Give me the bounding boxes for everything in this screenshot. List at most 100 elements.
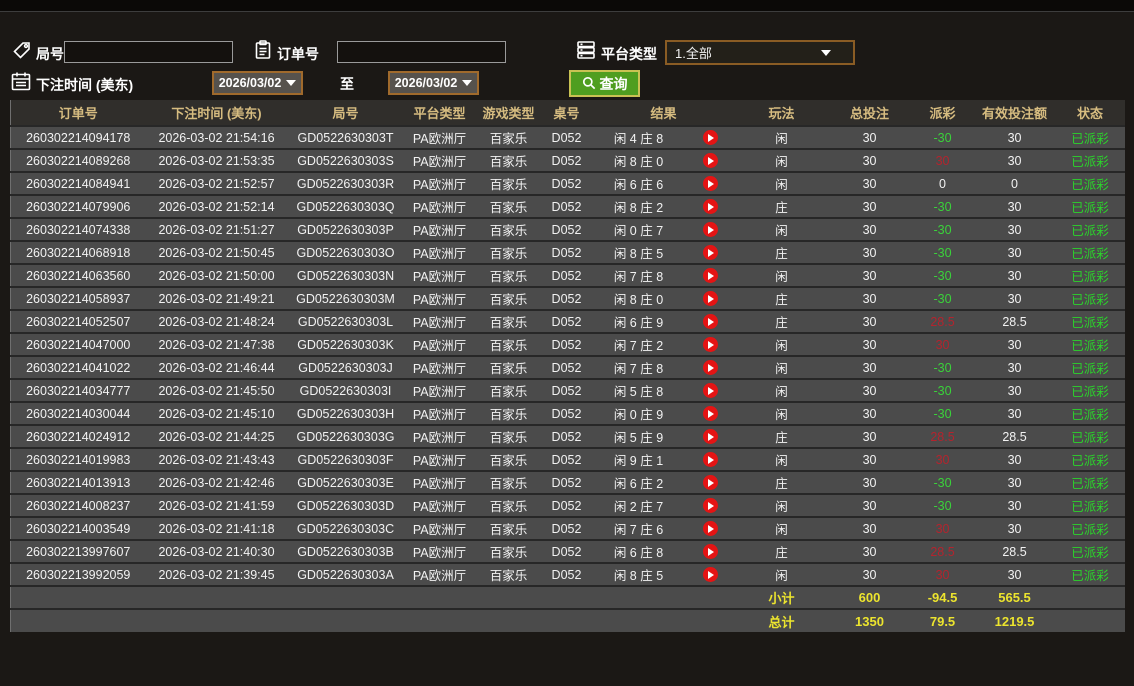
cell-result: 闲 8 庄 5 bbox=[591, 562, 686, 586]
cell-bet-time: 2026-03-02 21:41:59 bbox=[145, 493, 288, 517]
play-video-icon[interactable] bbox=[703, 498, 718, 514]
play-video-icon[interactable] bbox=[703, 199, 718, 215]
play-video-icon[interactable] bbox=[703, 176, 718, 192]
cell-bet-time: 2026-03-02 21:50:00 bbox=[145, 263, 288, 287]
header-game-type: 游戏类型 bbox=[475, 100, 542, 126]
cell-order-id: 260302214041022 bbox=[10, 355, 146, 379]
cell-payout: 30 bbox=[911, 332, 974, 356]
cell-valid-bet: 30 bbox=[973, 240, 1056, 264]
cell-status: 已派彩 bbox=[1055, 539, 1125, 563]
cell-total-bet: 30 bbox=[827, 401, 912, 425]
cell-payout: -30 bbox=[911, 240, 974, 264]
round-id-input[interactable] bbox=[64, 41, 233, 63]
cell-play-type: 庄 bbox=[735, 309, 828, 333]
play-video-icon[interactable] bbox=[703, 153, 718, 169]
play-video-icon[interactable] bbox=[703, 268, 718, 284]
cell-status: 已派彩 bbox=[1055, 171, 1125, 195]
cell-play-type: 庄 bbox=[735, 240, 828, 264]
cell-valid-bet: 30 bbox=[973, 516, 1056, 540]
order-id-input[interactable] bbox=[337, 41, 506, 63]
cell-status: 已派彩 bbox=[1055, 125, 1125, 149]
cell-order-id: 260302213997607 bbox=[10, 539, 146, 563]
date-from-value: 2026/03/02 bbox=[218, 76, 282, 90]
cell-game-type: 百家乐 bbox=[475, 194, 542, 218]
table-row: 260302214041022 2026-03-02 21:46:44 GD05… bbox=[10, 355, 1125, 379]
cell-bet-time: 2026-03-02 21:43:43 bbox=[145, 447, 288, 471]
cell-play-video bbox=[685, 263, 736, 287]
cell-round-id: GD0522630303D bbox=[287, 493, 404, 517]
cell-status: 已派彩 bbox=[1055, 332, 1125, 356]
date-to-picker[interactable]: 2026/03/02 bbox=[388, 71, 479, 95]
cell-valid-bet: 30 bbox=[973, 217, 1056, 241]
play-video-icon[interactable] bbox=[703, 130, 718, 146]
total-bet: 1350 bbox=[827, 608, 912, 632]
table-row: 260302214052507 2026-03-02 21:48:24 GD05… bbox=[10, 309, 1125, 333]
play-video-icon[interactable] bbox=[703, 521, 718, 537]
play-video-icon[interactable] bbox=[703, 567, 718, 583]
cell-status: 已派彩 bbox=[1055, 493, 1125, 517]
cell-play-video bbox=[685, 539, 736, 563]
cell-bet-time: 2026-03-02 21:45:10 bbox=[145, 401, 288, 425]
cell-valid-bet: 30 bbox=[973, 286, 1056, 310]
query-button[interactable]: 查询 bbox=[569, 70, 640, 97]
cell-round-id: GD0522630303E bbox=[287, 470, 404, 494]
play-video-icon[interactable] bbox=[703, 383, 718, 399]
date-from-picker[interactable]: 2026/03/02 bbox=[212, 71, 303, 95]
cell-play-type: 庄 bbox=[735, 470, 828, 494]
cell-order-id: 260302214094178 bbox=[10, 125, 146, 149]
cell-status: 已派彩 bbox=[1055, 194, 1125, 218]
cell-table-no: D052 bbox=[541, 148, 592, 172]
cell-platform: PA欧洲厅 bbox=[403, 516, 476, 540]
cell-play-type: 闲 bbox=[735, 148, 828, 172]
calendar-icon bbox=[10, 70, 32, 92]
cell-total-bet: 30 bbox=[827, 171, 912, 195]
play-video-icon[interactable] bbox=[703, 222, 718, 238]
cell-game-type: 百家乐 bbox=[475, 309, 542, 333]
cell-bet-time: 2026-03-02 21:47:38 bbox=[145, 332, 288, 356]
subtotal-valid: 565.5 bbox=[973, 585, 1056, 609]
play-video-icon[interactable] bbox=[703, 360, 718, 376]
platform-type-select[interactable]: 1.全部 bbox=[665, 40, 855, 65]
play-video-icon[interactable] bbox=[703, 475, 718, 491]
cell-result: 闲 7 庄 8 bbox=[591, 263, 686, 287]
play-video-icon[interactable] bbox=[703, 314, 718, 330]
platform-type-value: 1.全部 bbox=[675, 46, 712, 61]
subtotal-row: 小计 600 -94.5 565.5 bbox=[10, 585, 1125, 609]
cell-total-bet: 30 bbox=[827, 240, 912, 264]
cell-order-id: 260302214089268 bbox=[10, 148, 146, 172]
cell-play-video bbox=[685, 286, 736, 310]
play-video-icon[interactable] bbox=[703, 452, 718, 468]
cell-payout: 28.5 bbox=[911, 309, 974, 333]
cell-play-type: 闲 bbox=[735, 562, 828, 586]
cell-status: 已派彩 bbox=[1055, 447, 1125, 471]
total-payout: 79.5 bbox=[911, 608, 974, 632]
cell-play-type: 庄 bbox=[735, 286, 828, 310]
table-row: 260302214024912 2026-03-02 21:44:25 GD05… bbox=[10, 424, 1125, 448]
cell-round-id: GD0522630303S bbox=[287, 148, 404, 172]
play-video-icon[interactable] bbox=[703, 544, 718, 560]
bet-time-label: 下注时间 (美东) bbox=[36, 77, 134, 93]
cell-table-no: D052 bbox=[541, 470, 592, 494]
cell-bet-time: 2026-03-02 21:51:27 bbox=[145, 217, 288, 241]
subtotal-bet: 600 bbox=[827, 585, 912, 609]
play-video-icon[interactable] bbox=[703, 245, 718, 261]
cell-play-video bbox=[685, 332, 736, 356]
cell-bet-time: 2026-03-02 21:40:30 bbox=[145, 539, 288, 563]
cell-platform: PA欧洲厅 bbox=[403, 240, 476, 264]
play-video-icon[interactable] bbox=[703, 429, 718, 445]
cell-payout: 30 bbox=[911, 516, 974, 540]
cell-valid-bet: 28.5 bbox=[973, 539, 1056, 563]
cell-play-type: 闲 bbox=[735, 217, 828, 241]
cell-result: 闲 2 庄 7 bbox=[591, 493, 686, 517]
play-video-icon[interactable] bbox=[703, 406, 718, 422]
cell-play-type: 闲 bbox=[735, 378, 828, 402]
platform-type-label: 平台类型 bbox=[601, 46, 657, 62]
play-video-icon[interactable] bbox=[703, 337, 718, 353]
cell-platform: PA欧洲厅 bbox=[403, 194, 476, 218]
cell-payout: -30 bbox=[911, 125, 974, 149]
cell-play-type: 闲 bbox=[735, 332, 828, 356]
cell-result: 闲 0 庄 7 bbox=[591, 217, 686, 241]
play-video-icon[interactable] bbox=[703, 291, 718, 307]
cell-play-video bbox=[685, 148, 736, 172]
header-valid-bet: 有效投注额 bbox=[973, 100, 1056, 126]
